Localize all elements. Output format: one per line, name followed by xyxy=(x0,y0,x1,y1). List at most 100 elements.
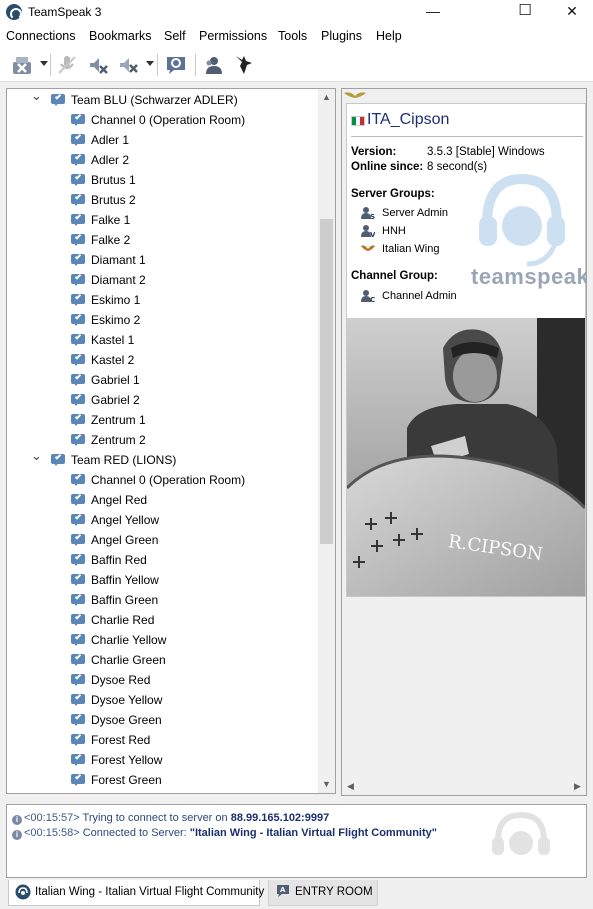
channel-icon xyxy=(71,513,85,526)
channel-row[interactable]: Diamant 2 xyxy=(7,270,317,290)
channel-label: Charlie Yellow xyxy=(91,633,167,647)
channel-label: Brutus 2 xyxy=(91,193,136,207)
channel-group-label: Channel Group: xyxy=(351,270,438,282)
channel-icon xyxy=(71,353,85,366)
channel-row[interactable]: Diamant 1 xyxy=(7,250,317,270)
disconnect-icon[interactable] xyxy=(10,53,34,77)
channel-row[interactable]: Angel Green xyxy=(7,530,317,550)
channel-row[interactable]: Charlie Red xyxy=(7,610,317,630)
channel-tree[interactable]: ⌄ Team BLU (Schwarzer ADLER) Channel 0 (Op… xyxy=(6,88,336,794)
channel-row[interactable]: Gabriel 1 xyxy=(7,370,317,390)
channel-row[interactable]: Baffin Red xyxy=(7,550,317,570)
contacts-icon[interactable] xyxy=(202,53,226,77)
chat-icon[interactable] xyxy=(164,53,188,77)
disconnect-dropdown-icon[interactable] xyxy=(40,61,48,66)
menu-self[interactable]: Self xyxy=(164,29,186,43)
channel-icon xyxy=(71,393,85,406)
channel-row[interactable]: Kastel 2 xyxy=(7,350,317,370)
away-icon[interactable] xyxy=(116,53,140,77)
client-info-panel: ITA_Cipson teamspeak Version: 3.5.3 [Sta… xyxy=(341,88,587,796)
channel-row[interactable]: Channel 0 (Operation Room) xyxy=(7,110,317,130)
collapse-chevron-icon[interactable]: ⌄ xyxy=(31,89,42,102)
scroll-left-icon[interactable]: ◀ xyxy=(342,778,359,795)
tab-italian-wing[interactable]: Italian Wing - Italian Virtual Flight Co… xyxy=(8,880,264,906)
menu-permissions[interactable]: Permissions xyxy=(199,29,267,43)
channel-row[interactable]: Dysoe Yellow xyxy=(7,690,317,710)
channel-icon xyxy=(71,273,85,286)
channel-label: Diamant 2 xyxy=(91,273,146,287)
online-since-label: Online since: xyxy=(351,161,424,173)
channel-row[interactable]: Brutus 2 xyxy=(7,190,317,210)
server-log[interactable]: i <00:15:57> Trying to connect to server … xyxy=(6,804,587,878)
channel-row[interactable]: Falke 1 xyxy=(7,210,317,230)
channel-icon xyxy=(71,313,85,326)
client-nickname: ITA_Cipson xyxy=(367,111,450,128)
scroll-right-icon[interactable]: ▶ xyxy=(569,778,586,795)
server-tab-icon xyxy=(15,884,31,900)
channel-row[interactable]: Adler 1 xyxy=(7,130,317,150)
mute-microphone-icon[interactable] xyxy=(55,53,79,77)
channel-row[interactable]: Angel Yellow xyxy=(7,510,317,530)
channel-row[interactable]: Angel Red xyxy=(7,490,317,510)
channel-row[interactable]: Eskimo 1 xyxy=(7,290,317,310)
channel-row[interactable]: Baffin Green xyxy=(7,590,317,610)
identity-icon[interactable] xyxy=(232,53,256,77)
channel-admin-icon: C xyxy=(361,290,375,303)
minimize-button[interactable]: — xyxy=(410,0,456,24)
channel-label: Angel Green xyxy=(91,533,159,547)
channel-row[interactable]: Channel 0 (Operation Room) xyxy=(7,470,317,490)
channel-row[interactable]: Falke 2 xyxy=(7,230,317,250)
italian-wing-icon xyxy=(361,245,375,251)
info-horizontal-scrollbar[interactable]: ◀ ▶ xyxy=(342,778,586,795)
channel-row[interactable]: Forest Green xyxy=(7,770,317,790)
menu-bookmarks[interactable]: Bookmarks xyxy=(89,29,152,43)
channel-row[interactable]: Charlie Green xyxy=(7,650,317,670)
channel-icon xyxy=(71,733,85,746)
channel-tab-icon: A xyxy=(277,885,289,897)
menu-tools[interactable]: Tools xyxy=(278,29,307,43)
scroll-down-icon[interactable]: ▼ xyxy=(318,776,335,793)
channel-group-row[interactable]: ⌄ Team RED (LIONS) xyxy=(7,449,317,470)
channel-row[interactable]: Brutus 1 xyxy=(7,170,317,190)
client-avatar: R.CIPSON xyxy=(347,318,585,596)
channel-icon xyxy=(71,193,85,206)
collapse-chevron-icon[interactable]: ⌄ xyxy=(31,449,42,462)
channel-row[interactable]: Kastel 1 xyxy=(7,330,317,350)
channel-row[interactable]: Dysoe Red xyxy=(7,670,317,690)
tree-scrollbar[interactable]: ▲ ▼ xyxy=(318,89,335,793)
client-info-card: ITA_Cipson teamspeak Version: 3.5.3 [Sta… xyxy=(346,103,586,597)
away-dropdown-icon[interactable] xyxy=(146,61,154,66)
scrollbar-thumb[interactable] xyxy=(320,219,333,544)
channel-group-row[interactable]: ⌄ Team BLU (Schwarzer ADLER) xyxy=(7,89,317,110)
channel-row[interactable]: Forest Red xyxy=(7,730,317,750)
channel-label: Baffin Red xyxy=(91,553,147,567)
close-button[interactable]: ✕ xyxy=(549,0,593,24)
channel-row[interactable]: Gabriel 2 xyxy=(7,390,317,410)
channel-row[interactable]: Eskimo 2 xyxy=(7,310,317,330)
server-tabs: Italian Wing - Italian Virtual Flight Co… xyxy=(0,880,593,909)
menu-plugins[interactable]: Plugins xyxy=(321,29,362,43)
channel-row[interactable]: Dysoe Green xyxy=(7,710,317,730)
version-value: 3.5.3 [Stable] Windows xyxy=(427,146,545,158)
channel-icon xyxy=(71,633,85,646)
channel-row[interactable]: Charlie Yellow xyxy=(7,630,317,650)
channel-label: Forest Yellow xyxy=(91,753,163,767)
channel-row[interactable]: Zentrum 1 xyxy=(7,410,317,430)
scroll-up-icon[interactable]: ▲ xyxy=(318,89,335,106)
tab-entry-room[interactable]: A ENTRY ROOM xyxy=(268,880,378,906)
maximize-button[interactable]: ☐ xyxy=(502,0,548,24)
menu-connections[interactable]: Connections xyxy=(6,29,76,43)
channel-row[interactable]: Forest Yellow xyxy=(7,750,317,770)
channel-row[interactable]: Adler 2 xyxy=(7,150,317,170)
channel-row[interactable]: Baffin Yellow xyxy=(7,570,317,590)
channel-label: Dysoe Red xyxy=(91,673,151,687)
channel-label: Forest Red xyxy=(91,733,151,747)
server-group-italian-wing: Italian Wing xyxy=(382,243,440,255)
channel-row[interactable]: Zentrum 2 xyxy=(7,430,317,450)
mute-speakers-icon[interactable] xyxy=(86,53,110,77)
channel-group-label: Team BLU (Schwarzer ADLER) xyxy=(71,93,238,107)
log-timestamp: <00:15:57> xyxy=(24,812,80,824)
menu-help[interactable]: Help xyxy=(376,29,402,43)
channel-icon xyxy=(71,573,85,586)
server-group-hnh: HNH xyxy=(382,225,406,237)
